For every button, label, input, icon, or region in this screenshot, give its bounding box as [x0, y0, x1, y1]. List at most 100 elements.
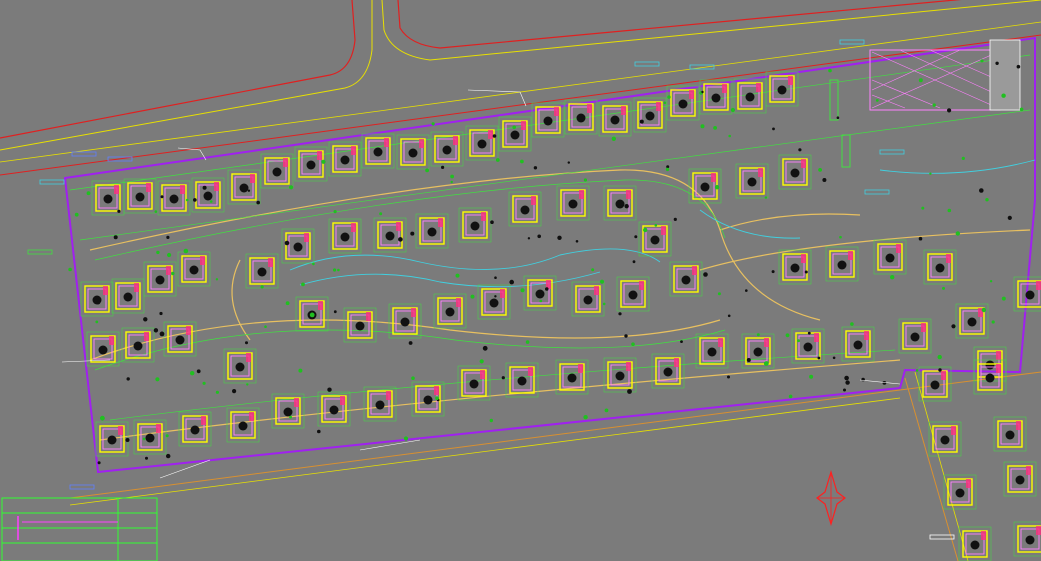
tree-dot-icon	[403, 436, 409, 441]
tree-dot-icon	[890, 275, 895, 280]
tree-dot-icon	[844, 375, 849, 381]
tree-dot-icon	[153, 328, 159, 333]
tree-dot-icon	[632, 260, 636, 264]
tree-dot-icon	[663, 101, 667, 105]
tree-dot-icon	[981, 307, 987, 313]
tree-dot-icon	[804, 270, 808, 274]
tree-dot-icon	[410, 231, 415, 236]
tree-dot-icon	[1001, 296, 1006, 301]
tree-dot-icon	[545, 287, 549, 291]
tree-dot-icon	[764, 196, 768, 199]
tree-dot-icon	[932, 103, 936, 107]
tree-dot-icon	[525, 340, 530, 344]
tree-dot-icon	[482, 345, 488, 351]
tree-dot-icon	[527, 237, 531, 240]
tree-dot-icon	[624, 204, 629, 209]
tree-dot-icon	[875, 99, 879, 102]
tree-dot-icon	[209, 200, 213, 203]
tree-dot-icon	[995, 61, 999, 65]
tree-dot-icon	[512, 125, 516, 130]
tree-dot-icon	[832, 356, 836, 360]
tree-dot-icon	[411, 376, 415, 381]
tree-dot-icon	[788, 394, 793, 399]
tree-dot-icon	[828, 68, 832, 73]
tree-dot-icon	[980, 59, 984, 63]
tree-dot-icon	[408, 341, 413, 345]
tree-dot-icon	[489, 418, 493, 423]
tree-dot-icon	[256, 200, 261, 205]
tree-dot-icon	[701, 90, 704, 94]
tree-dot-icon	[492, 134, 497, 138]
tree-dot-icon	[245, 341, 248, 345]
tree-dot-icon	[714, 185, 720, 190]
tree-dot-icon	[520, 288, 525, 293]
tree-dot-icon	[289, 415, 292, 419]
tree-dot-icon	[232, 389, 237, 394]
tree-dot-icon	[494, 295, 497, 298]
tree-dot-icon	[285, 301, 290, 306]
tree-dot-icon	[947, 108, 952, 113]
tree-dot-icon	[96, 300, 101, 305]
tree-dot-icon	[938, 368, 942, 372]
tree-dot-icon	[398, 237, 403, 242]
tree-dot-icon	[599, 279, 605, 284]
tree-dot-icon	[450, 180, 453, 184]
tree-dot-icon	[183, 248, 189, 254]
tree-dot-icon	[309, 312, 315, 318]
tree-dot-icon	[247, 189, 251, 192]
tree-dot-icon	[763, 361, 769, 366]
tree-dot-icon	[260, 285, 264, 289]
tree-dot-icon	[807, 331, 811, 335]
tree-dot-icon	[86, 191, 91, 196]
tree-dot-icon	[193, 198, 197, 202]
tree-dot-icon	[727, 314, 731, 318]
tree-dot-icon	[772, 127, 775, 131]
tree-dot-icon	[202, 185, 207, 190]
tree-dot-icon	[494, 276, 497, 280]
tree-dot-icon	[673, 217, 677, 221]
tree-dot-icon	[567, 161, 570, 164]
tree-dot-icon	[159, 331, 165, 337]
tree-dot-icon	[289, 185, 294, 190]
tree-dot-icon	[533, 166, 538, 170]
tree-dot-icon	[989, 280, 993, 283]
tree-dot-icon	[951, 324, 956, 329]
tree-dot-icon	[797, 339, 800, 343]
tree-dot-icon	[798, 148, 802, 152]
tree-dot-icon	[850, 322, 854, 326]
tree-dot-icon	[159, 311, 163, 316]
tree-dot-icon	[455, 273, 460, 278]
tree-dot-icon	[818, 168, 822, 172]
tree-dot-icon	[918, 236, 923, 241]
tree-dot-icon	[126, 377, 130, 381]
tree-dot-icon	[1019, 107, 1024, 112]
tree-dot-icon	[95, 320, 99, 324]
tree-dot-icon	[196, 369, 201, 374]
tree-dot-icon	[125, 438, 130, 442]
tree-dot-icon	[634, 235, 638, 239]
tree-dot-icon	[822, 178, 827, 182]
tree-dot-icon	[539, 299, 543, 303]
tree-dot-icon	[142, 437, 146, 441]
tree-dot-icon	[643, 227, 648, 233]
tree-dot-icon	[961, 156, 965, 160]
tree-dot-icon	[154, 210, 158, 213]
tree-dot-icon	[979, 188, 984, 193]
cad-drawing-canvas[interactable]	[0, 0, 1041, 561]
tree-dot-icon	[450, 174, 454, 179]
tree-dot-icon	[321, 159, 326, 164]
tree-dot-icon	[156, 250, 160, 255]
tree-dot-icon	[501, 376, 505, 380]
tree-dot-icon	[839, 235, 842, 239]
tree-dot-icon	[337, 268, 340, 272]
tree-dot-icon	[74, 212, 79, 217]
tree-dot-icon	[654, 223, 658, 227]
tree-dot-icon	[727, 375, 730, 379]
tree-dot-icon	[215, 278, 219, 281]
tree-dot-icon	[171, 271, 175, 276]
tree-dot-icon	[915, 369, 919, 372]
tree-dot-icon	[215, 390, 219, 394]
tree-dot-icon	[431, 122, 435, 126]
tree-dot-icon	[333, 310, 337, 314]
tree-dot-icon	[520, 159, 524, 164]
